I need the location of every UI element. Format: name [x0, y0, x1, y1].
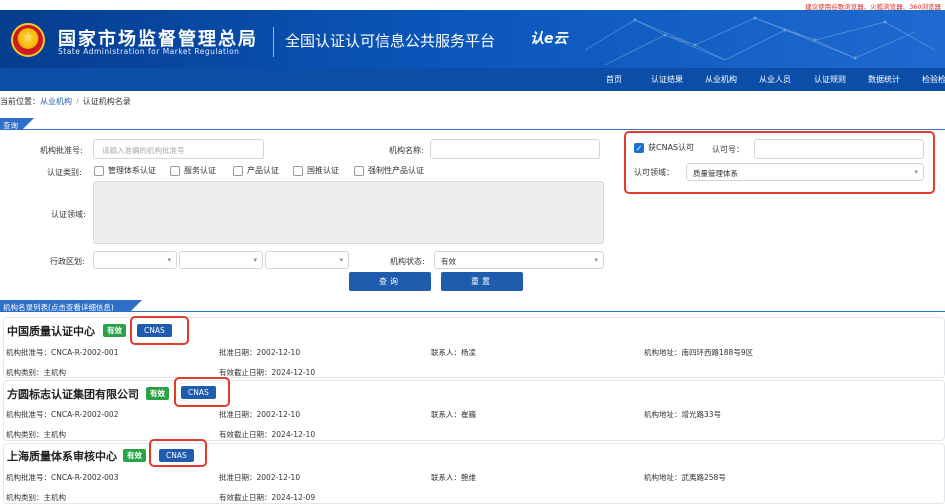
- approval-number: 机构批准号：CNCA-R-2002-003: [6, 473, 119, 482]
- institution-address: 机构地址：武夷路258号: [644, 473, 726, 482]
- chevron-down-icon: ▾: [594, 256, 598, 264]
- approval-date: 批准日期：2002-12-10: [219, 473, 301, 482]
- region-district-select[interactable]: ▾: [265, 251, 349, 269]
- reset-button[interactable]: 重置: [441, 272, 523, 291]
- institution-name-input[interactable]: [430, 139, 600, 159]
- checkbox-icon: [354, 165, 364, 176]
- approval-no-input[interactable]: 请输入准确的机构批准号: [93, 139, 264, 159]
- approval-number: 机构批准号：CNCA-R-2002-001: [6, 348, 119, 357]
- approval-no-label: 机构批准号:: [40, 146, 83, 155]
- cert-field-area[interactable]: [93, 181, 604, 244]
- list-item[interactable]: 方圆标志认证集团有限公司 有效 CNAS 机构批准号：CNCA-R-2002-0…: [3, 380, 945, 441]
- checkbox-icon: [170, 165, 180, 176]
- highlight-cnas-badge: [149, 439, 207, 467]
- breadcrumb-separator: /: [76, 97, 79, 106]
- cert-type-service[interactable]: 服务认证: [170, 165, 216, 176]
- checkbox-icon: [293, 165, 303, 176]
- institution-name-label: 机构名称:: [389, 146, 424, 155]
- cert-type-management[interactable]: 管理体系认证: [94, 165, 156, 176]
- main-nav: 首页 认证结果 从业机构 从业人员 认证规则 数据统计 检验检: [0, 68, 945, 91]
- approval-date: 批准日期：2002-12-10: [219, 410, 301, 419]
- brand-subtitle: State Administration for Market Regulati…: [58, 47, 240, 56]
- nav-cert-rules[interactable]: 认证规则: [814, 74, 846, 85]
- status-badge: 有效: [103, 324, 126, 337]
- expiry-date: 有效截止日期：2024-12-10: [219, 430, 316, 439]
- nav-personnel[interactable]: 从业人员: [759, 74, 791, 85]
- cert-type-ccc[interactable]: 强制性产品认证: [354, 165, 424, 176]
- platform-title: 全国认证认可信息公共服务平台: [285, 32, 496, 50]
- checkbox-icon: [233, 165, 243, 176]
- nav-cert-results[interactable]: 认证结果: [651, 74, 683, 85]
- nav-home[interactable]: 首页: [606, 74, 622, 85]
- nav-institutions[interactable]: 从业机构: [705, 74, 737, 85]
- network-decoration: [584, 16, 936, 66]
- region-province-select[interactable]: ▾: [93, 251, 177, 269]
- breadcrumb-institutions[interactable]: 从业机构: [40, 97, 72, 106]
- status-label: 机构状态:: [390, 257, 425, 266]
- status-select[interactable]: 有效 ▾: [434, 251, 604, 269]
- highlight-cnas-filter: [624, 131, 935, 194]
- chevron-down-icon: ▾: [253, 256, 257, 264]
- search-button[interactable]: 查询: [349, 272, 431, 291]
- cert-type-label: 认证类别:: [47, 168, 82, 177]
- expiry-date: 有效截止日期：2024-12-10: [219, 368, 316, 377]
- browser-recommendation-note: 建议使用谷歌浏览器、火狐浏览器、360浏览器: [805, 3, 941, 11]
- breadcrumb-current: 认证机构名录: [82, 97, 131, 106]
- region-label: 行政区划:: [50, 257, 85, 266]
- cert-type-national[interactable]: 国推认证: [293, 165, 339, 176]
- status-badge: 有效: [146, 387, 169, 400]
- highlight-cnas-badge: [174, 377, 230, 407]
- institution-name[interactable]: 上海质量体系审核中心: [7, 448, 117, 464]
- institution-category: 机构类别：主机构: [6, 493, 66, 502]
- institution-address: 机构地址：南四环西路188号9区: [644, 348, 754, 357]
- institution-address: 机构地址：增光路33号: [644, 410, 722, 419]
- contact-person: 联系人：崔巍: [431, 410, 476, 419]
- cert-type-label-text: 产品认证: [247, 166, 279, 175]
- chevron-down-icon: ▾: [339, 256, 343, 264]
- region-city-select[interactable]: ▾: [179, 251, 263, 269]
- expiry-date: 有效截止日期：2024-12-09: [219, 493, 316, 502]
- list-item[interactable]: 上海质量体系审核中心 有效 CNAS 机构批准号：CNCA-R-2002-003…: [3, 443, 945, 504]
- institution-category: 机构类别：主机构: [6, 368, 66, 377]
- cert-type-label-text: 管理体系认证: [108, 166, 156, 175]
- nav-statistics[interactable]: 数据统计: [868, 74, 900, 85]
- site-header: ★ 国家市场监督管理总局 State Administration for Ma…: [0, 10, 945, 68]
- query-panel-line: [0, 129, 945, 130]
- checkbox-icon: [94, 165, 104, 176]
- highlight-cnas-badge: [130, 316, 189, 345]
- cert-type-label-text: 服务认证: [184, 166, 216, 175]
- header-divider: [273, 27, 274, 57]
- institution-name[interactable]: 方圆标志认证集团有限公司: [7, 386, 139, 402]
- renyun-logo: 认e云: [530, 31, 568, 47]
- chevron-down-icon: ▾: [167, 256, 171, 264]
- cert-type-product[interactable]: 产品认证: [233, 165, 279, 176]
- breadcrumb-prefix: 当前位置：: [0, 97, 40, 106]
- contact-person: 联系人：杨凌: [431, 348, 476, 357]
- approval-date: 批准日期：2002-12-10: [219, 348, 301, 357]
- cert-type-label-text: 强制性产品认证: [368, 166, 424, 175]
- status-value: 有效: [441, 257, 456, 266]
- status-badge: 有效: [123, 449, 146, 462]
- list-panel-line: [0, 311, 945, 312]
- breadcrumb: 当前位置：从业机构 / 认证机构名录: [0, 96, 131, 107]
- contact-person: 联系人：鲍维: [431, 473, 476, 482]
- national-emblem-icon: ★: [11, 23, 45, 57]
- cert-type-label-text: 国推认证: [307, 166, 339, 175]
- nav-inspection[interactable]: 检验检: [922, 74, 945, 85]
- institution-name[interactable]: 中国质量认证中心: [7, 323, 95, 339]
- cert-field-label: 认证领域:: [51, 210, 86, 219]
- institution-category: 机构类别：主机构: [6, 430, 66, 439]
- approval-number: 机构批准号：CNCA-R-2002-002: [6, 410, 119, 419]
